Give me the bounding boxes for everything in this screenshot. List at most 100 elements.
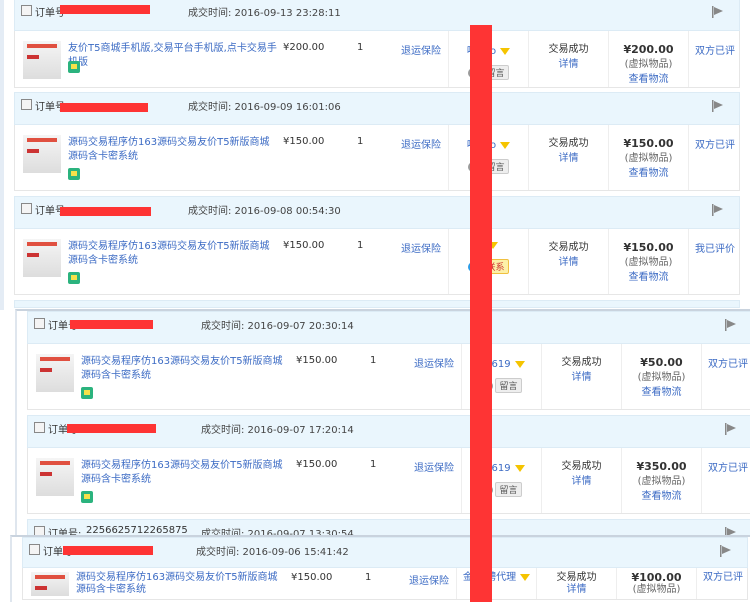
product-badge-icon (68, 61, 80, 73)
review-cell: 双方已评 (688, 125, 741, 190)
virtual-goods-note: (虚拟物品) (624, 257, 673, 268)
unit-price: ¥150.00 (296, 355, 338, 366)
order-details-link[interactable]: 详情 (559, 257, 579, 268)
review-status-link[interactable]: 双方已评 (708, 463, 748, 474)
quantity: 1 (357, 136, 364, 147)
order-checkbox[interactable] (21, 203, 32, 214)
unit-price: ¥150.00 (291, 572, 333, 583)
quantity: 1 (370, 459, 377, 470)
return-insurance-link[interactable]: 退运保险 (401, 136, 441, 151)
flag-icon[interactable] (720, 545, 732, 557)
unit-price: ¥150.00 (283, 240, 325, 251)
order-time: 成交时间: 2016-09-08 00:54:30 (188, 206, 341, 217)
review-cell: 我已评价 (688, 229, 741, 294)
product-title-link[interactable]: 源码交易程序仿163源码交易友价T5新版商城源码含卡密系统 (68, 136, 278, 164)
return-insurance-link[interactable]: 退运保险 (409, 572, 449, 587)
order-details-link[interactable]: 详情 (572, 372, 592, 383)
review-status-link[interactable]: 双方已评 (695, 46, 735, 57)
order-checkbox[interactable] (21, 99, 32, 110)
product-title-link[interactable]: 源码交易程序仿163源码交易友价T5新版商城源码含卡密系统 (81, 355, 291, 383)
order-list-section-1: 订单号 成交时间: 2016-09-13 23:28:11 友价T5商城手机版,交易… (0, 0, 750, 310)
quantity: 1 (357, 240, 364, 251)
chat-button[interactable]: 留言 (495, 482, 522, 497)
order-details-link[interactable]: 详情 (572, 476, 592, 487)
order-checkbox[interactable] (34, 318, 45, 329)
redaction-bar (70, 320, 153, 329)
return-insurance-link[interactable]: 退运保险 (414, 355, 454, 370)
review-status-link[interactable]: 双方已评 (703, 572, 743, 583)
order-total: ¥350.00 (636, 460, 687, 473)
status-cell: 交易成功 详情 (541, 448, 621, 513)
filter-icon[interactable] (500, 141, 511, 149)
product-thumbnail[interactable] (23, 239, 61, 277)
order-details-link[interactable]: 详情 (559, 59, 579, 70)
product-title-link[interactable]: 友价T5商城手机版,交易平台手机版,点卡交易手机版 (68, 42, 278, 70)
order-header: 订单号: 2256625712265875 成交时间: 2016-09-07 13:… (27, 519, 750, 536)
order-checkbox[interactable] (21, 5, 32, 16)
view-logistics-link[interactable]: 查看物流 (629, 272, 669, 283)
product-thumbnail[interactable] (31, 572, 69, 596)
order-checkbox[interactable] (29, 544, 40, 555)
review-status-link[interactable]: 双方已评 (708, 359, 748, 370)
order-status: 交易成功 (548, 138, 589, 149)
order-body: 源码交易程序仿163源码交易友价T5新版商城源码含卡密系统 ¥150.00 1 退运保… (14, 125, 740, 191)
order-body: 源码交易程序仿163源码交易友价T5新版商城源码含卡密系统 ¥150.00 1 退运保… (22, 568, 748, 600)
order-status: 交易成功 (548, 242, 589, 253)
review-status-link[interactable]: 双方已评 (695, 140, 735, 151)
order-details-link[interactable]: 详情 (559, 153, 579, 164)
view-logistics-link[interactable]: 查看物流 (642, 491, 682, 502)
return-insurance-link[interactable]: 退运保险 (401, 240, 441, 255)
product-thumbnail[interactable] (36, 354, 74, 392)
virtual-goods-note: (虚拟物品) (624, 153, 673, 164)
filter-icon[interactable] (514, 360, 525, 368)
return-insurance-link[interactable]: 退运保险 (401, 42, 441, 57)
order-status: 交易成功 (548, 44, 589, 55)
product-title-link[interactable]: 源码交易程序仿163源码交易友价T5新版商城源码含卡密系统 (81, 459, 291, 487)
order-total: ¥50.00 (640, 356, 683, 369)
redaction-bar (60, 5, 150, 14)
flag-icon[interactable] (712, 204, 724, 216)
filter-icon[interactable] (514, 464, 525, 472)
product-badge-icon (68, 168, 80, 180)
view-logistics-link[interactable]: 查看物流 (629, 168, 669, 179)
product-title-link[interactable]: 源码交易程序仿163源码交易友价T5新版商城源码含卡密系统 (76, 572, 286, 596)
redaction-bar (60, 207, 151, 216)
filter-icon[interactable] (520, 573, 531, 581)
redaction-bar-vertical (470, 25, 492, 602)
return-insurance-link[interactable]: 退运保险 (414, 459, 454, 474)
review-cell: 双方已评 (688, 31, 741, 87)
order-time: 成交时间: 2016-09-07 17:20:14 (201, 425, 354, 436)
flag-icon[interactable] (725, 319, 737, 331)
order-header (14, 300, 740, 308)
product-badge-icon (68, 272, 80, 284)
view-logistics-link[interactable]: 查看物流 (642, 387, 682, 398)
product-badge-icon (81, 387, 93, 399)
order-body: 源码交易程序仿163源码交易友价T5新版商城源码含卡密系统 ¥150.00 1 退运保… (27, 344, 750, 410)
order-total: ¥150.00 (623, 137, 674, 150)
total-cell: ¥350.00 (虚拟物品) 查看物流 (621, 448, 701, 513)
order-status: 交易成功 (561, 461, 602, 472)
product-title-link[interactable]: 源码交易程序仿163源码交易友价T5新版商城源码含卡密系统 (68, 240, 278, 268)
order-card: 订单号: 2256625712265875 成交时间: 2016-09-07 13:… (27, 519, 750, 536)
order-details-link[interactable]: 详情 (567, 584, 587, 595)
total-cell: ¥150.00 (虚拟物品) 查看物流 (608, 229, 688, 294)
flag-icon[interactable] (725, 423, 737, 435)
product-thumbnail[interactable] (23, 41, 61, 79)
virtual-goods-note: (虚拟物品) (632, 584, 681, 595)
flag-icon[interactable] (712, 100, 724, 112)
flag-icon[interactable] (712, 6, 724, 18)
order-total: ¥150.00 (623, 241, 674, 254)
order-list-section-2: 订单号: 成交时间: 2016-09-07 20:30:14 源码交易程序仿163源… (15, 309, 750, 536)
product-thumbnail[interactable] (23, 135, 61, 173)
product-badge-icon (81, 491, 93, 503)
status-cell: 交易成功 详情 (528, 125, 608, 190)
view-logistics-link[interactable]: 查看物流 (629, 74, 669, 85)
filter-icon[interactable] (500, 47, 511, 55)
review-status-link[interactable]: 我已评价 (695, 244, 735, 255)
review-cell: 双方已评 (701, 344, 750, 409)
order-checkbox[interactable] (34, 422, 45, 433)
chat-button[interactable]: 留言 (495, 378, 522, 393)
product-thumbnail[interactable] (36, 458, 74, 496)
total-cell: ¥150.00 (虚拟物品) 查看物流 (608, 125, 688, 190)
virtual-goods-note: (虚拟物品) (637, 372, 686, 383)
